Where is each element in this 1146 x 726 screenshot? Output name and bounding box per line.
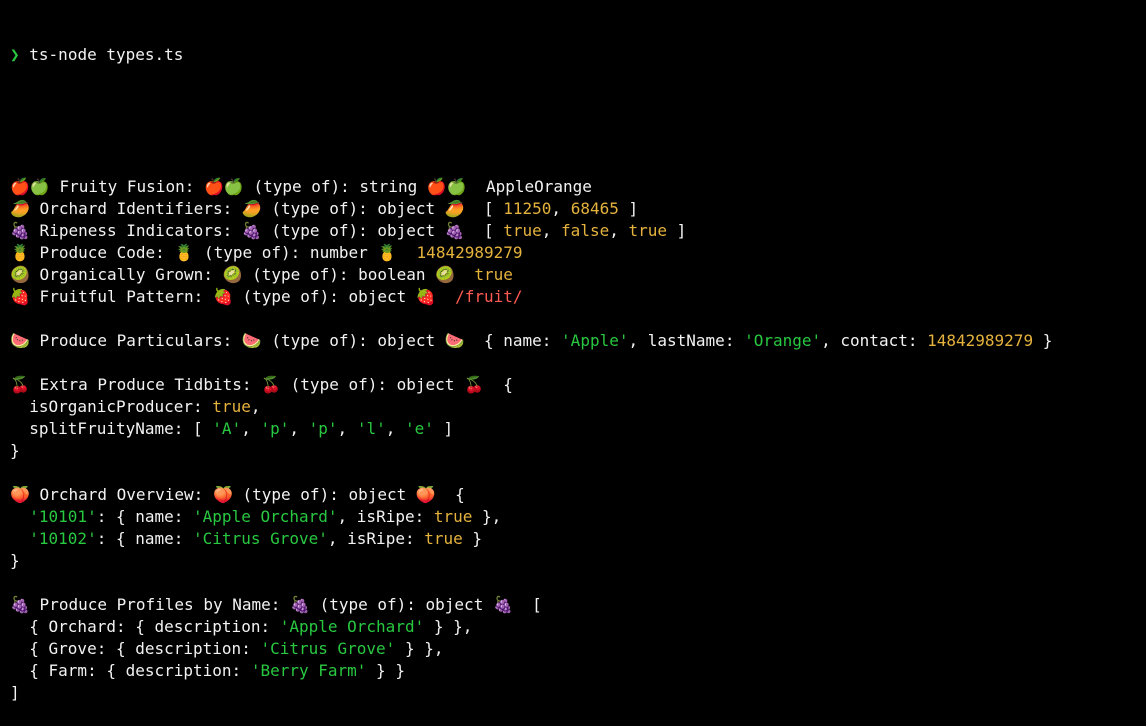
output-line: 🍇 Ripeness Indicators: 🍇 (type of): obje… xyxy=(10,220,1136,242)
output-token: ] xyxy=(10,683,20,702)
output-token: 'Orange' xyxy=(744,331,822,350)
output-token: } xyxy=(10,441,20,460)
output-token: 'Apple' xyxy=(561,331,629,350)
output-line: 🍉 Produce Particulars: 🍉 (type of): obje… xyxy=(10,330,1136,352)
output-token: 'Citrus Grove' xyxy=(260,639,396,658)
command-prompt-line: ❯ ts-node types.ts xyxy=(10,44,1136,66)
terminal-output: 🍎🍏 Fruity Fusion: 🍎🍏 (type of): string 🍎… xyxy=(10,176,1136,704)
output-token: } xyxy=(10,551,20,570)
output-line: '10101': { name: 'Apple Orchard', isRipe… xyxy=(10,506,1136,528)
output-line: } xyxy=(10,440,1136,462)
output-token: { Orchard: { description: xyxy=(10,617,280,636)
output-token: , xyxy=(541,221,562,240)
output-line: '10102': { name: 'Citrus Grove', isRipe:… xyxy=(10,528,1136,550)
output-token: 🍓 Fruitful Pattern: 🍓 (type of): object … xyxy=(10,287,456,306)
output-token: false xyxy=(561,221,610,240)
output-token xyxy=(10,507,29,526)
output-token: , xyxy=(551,199,571,218)
output-token: 'A' xyxy=(212,419,242,438)
output-line: } xyxy=(10,550,1136,572)
output-token: 🍉 Produce Particulars: 🍉 (type of): obje… xyxy=(10,331,562,350)
output-token: , xyxy=(250,397,261,416)
output-token: { Grove: { description: xyxy=(10,639,261,658)
output-line: 🍑 Orchard Overview: 🍑 (type of): object … xyxy=(10,484,1136,506)
output-token: , contact: xyxy=(821,331,928,350)
output-token: ] xyxy=(433,419,454,438)
output-line: 🍎🍏 Fruity Fusion: 🍎🍏 (type of): string 🍎… xyxy=(10,176,1136,198)
output-line: 🥝 Organically Grown: 🥝 (type of): boolea… xyxy=(10,264,1136,286)
output-line: isOrganicProducer: true, xyxy=(10,396,1136,418)
output-token: isOrganicProducer: xyxy=(10,397,213,416)
prompt-arrow-icon: ❯ xyxy=(10,45,20,64)
output-token: 'e' xyxy=(404,419,434,438)
output-token: ] xyxy=(667,221,687,240)
output-token: true xyxy=(628,221,668,240)
output-token: '10102' xyxy=(29,529,97,548)
output-token: 'Berry Farm' xyxy=(250,661,367,680)
output-token: 'l' xyxy=(356,419,386,438)
output-token: true xyxy=(474,265,513,284)
terminal-window[interactable]: ❯ ts-node types.ts 🍎🍏 Fruity Fusion: 🍎🍏 … xyxy=(0,0,1146,702)
output-token: , isRipe: xyxy=(337,507,434,526)
output-line: { Orchard: { description: 'Apple Orchard… xyxy=(10,616,1136,638)
output-token: true xyxy=(433,507,473,526)
output-token: true xyxy=(503,221,542,240)
output-token: 🥭 Orchard Identifiers: 🥭 (type of): obje… xyxy=(10,199,504,218)
output-token: splitFruityName: [ xyxy=(10,419,213,438)
output-token: true xyxy=(424,529,463,548)
output-token: } }, xyxy=(424,617,473,636)
output-token: 🥝 Organically Grown: 🥝 (type of): boolea… xyxy=(10,265,475,284)
output-line: { Farm: { description: 'Berry Farm' } } xyxy=(10,660,1136,682)
output-token: 'p' xyxy=(260,419,290,438)
output-line: splitFruityName: [ 'A', 'p', 'p', 'l', '… xyxy=(10,418,1136,440)
output-token: 'p' xyxy=(308,419,338,438)
output-token: true xyxy=(212,397,251,416)
output-token: '10101' xyxy=(29,507,97,526)
output-token: , xyxy=(241,419,261,438)
output-token: } } xyxy=(366,661,405,680)
output-token: 14842989279 xyxy=(416,243,523,262)
output-token: , isRipe: xyxy=(327,529,425,548)
output-token: { Farm: { description: xyxy=(10,661,251,680)
output-token: 🍇 Ripeness Indicators: 🍇 (type of): obje… xyxy=(10,221,504,240)
output-line: 🍒 Extra Produce Tidbits: 🍒 (type of): ob… xyxy=(10,374,1136,396)
output-token: : { name: xyxy=(96,507,194,526)
output-token: 🍒 Extra Produce Tidbits: 🍒 (type of): ob… xyxy=(10,375,513,394)
output-token: } }, xyxy=(395,639,444,658)
output-token: , xyxy=(385,419,405,438)
output-token: }, xyxy=(472,507,502,526)
output-line: ] xyxy=(10,682,1136,704)
output-token: ] xyxy=(618,199,639,218)
output-line: 🍍 Produce Code: 🍍 (type of): number 🍍 14… xyxy=(10,242,1136,264)
output-token: /fruit/ xyxy=(455,287,523,306)
output-token: 🍑 Orchard Overview: 🍑 (type of): object … xyxy=(10,485,465,504)
output-token: 'Apple Orchard' xyxy=(193,507,338,526)
output-token: 'Apple Orchard' xyxy=(279,617,425,636)
output-line: 🍓 Fruitful Pattern: 🍓 (type of): object … xyxy=(10,286,1136,308)
command-text: ts-node types.ts xyxy=(29,45,184,64)
output-token: 'Citrus Grove' xyxy=(193,529,328,548)
output-token: 14842989279 xyxy=(927,331,1034,350)
output-token: , xyxy=(609,221,629,240)
output-line: 🍇 Produce Profiles by Name: 🍇 (type of):… xyxy=(10,594,1136,616)
output-token: 🍎🍏 Fruity Fusion: 🍎🍏 (type of): string 🍎… xyxy=(10,177,592,196)
output-token: } xyxy=(1033,331,1053,350)
output-token: , xyxy=(289,419,309,438)
output-line: 🥭 Orchard Identifiers: 🥭 (type of): obje… xyxy=(10,198,1136,220)
output-token: 11250 xyxy=(503,199,552,218)
output-token: 🍍 Produce Code: 🍍 (type of): number 🍍 xyxy=(10,243,417,262)
output-token: } xyxy=(462,529,483,548)
output-token: 68465 xyxy=(570,199,619,218)
output-line: { Grove: { description: 'Citrus Grove' }… xyxy=(10,638,1136,660)
output-token: 🍇 Produce Profiles by Name: 🍇 (type of):… xyxy=(10,595,542,614)
output-token: , lastName: xyxy=(628,331,745,350)
output-token: , xyxy=(337,419,357,438)
output-token: : { name: xyxy=(96,529,194,548)
output-token xyxy=(10,529,29,548)
